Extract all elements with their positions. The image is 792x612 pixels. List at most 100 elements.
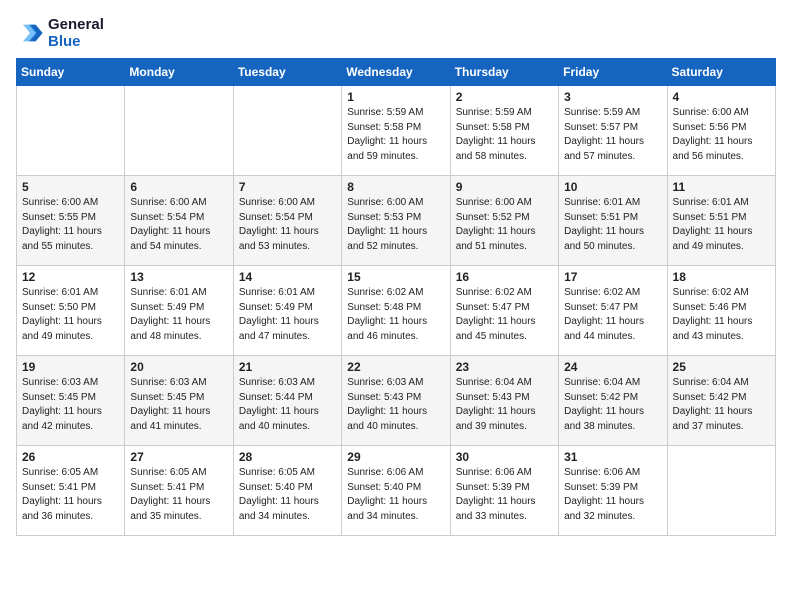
day-number: 22 [347,360,444,374]
day-info: Sunrise: 6:01 AMSunset: 5:50 PMDaylight:… [22,286,119,344]
day-number: 26 [22,450,119,464]
day-number: 24 [564,360,661,374]
day-info: Sunrise: 6:02 AMSunset: 5:46 PMDaylight:… [673,286,770,344]
day-info: Sunrise: 6:00 AMSunset: 5:55 PMDaylight:… [22,196,119,254]
calendar-cell [667,446,775,536]
calendar-cell: 19 Sunrise: 6:03 AMSunset: 5:45 PMDayligh… [17,356,125,446]
day-number: 9 [456,180,553,194]
day-number: 3 [564,90,661,104]
day-number: 28 [239,450,336,464]
day-info: Sunrise: 6:05 AMSunset: 5:40 PMDaylight:… [239,466,336,524]
calendar-cell: 16Sunrise: 6:02 AMSunset: 5:47 PMDayligh… [450,266,558,356]
calendar-cell: 28 Sunrise: 6:05 AMSunset: 5:40 PMDayligh… [233,446,341,536]
calendar-cell: 31 Sunrise: 6:06 AMSunset: 5:39 PMDayligh… [559,446,667,536]
day-number: 20 [130,360,227,374]
day-number: 27 [130,450,227,464]
day-info: Sunrise: 6:00 AMSunset: 5:54 PMDaylight:… [130,196,227,254]
day-info: Sunrise: 6:01 AMSunset: 5:49 PMDaylight:… [130,286,227,344]
day-number: 6 [130,180,227,194]
page-container: General Blue SundayMondayTuesdayWednesda… [16,16,776,536]
day-info: Sunrise: 6:02 AMSunset: 5:48 PMDaylight:… [347,286,444,344]
header-cell-wednesday: Wednesday [342,59,450,86]
day-number: 23 [456,360,553,374]
day-info: Sunrise: 6:05 AMSunset: 5:41 PMDaylight:… [130,466,227,524]
day-number: 7 [239,180,336,194]
day-info: Sunrise: 6:06 AMSunset: 5:40 PMDaylight:… [347,466,444,524]
header-cell-sunday: Sunday [17,59,125,86]
calendar-cell [17,86,125,176]
day-number: 14 [239,270,336,284]
calendar-cell: 26 Sunrise: 6:05 AMSunset: 5:41 PMDayligh… [17,446,125,536]
day-number: 31 [564,450,661,464]
calendar-cell: 24Sunrise: 6:04 AMSunset: 5:42 PMDayligh… [559,356,667,446]
day-info: Sunrise: 6:03 AMSunset: 5:45 PMDaylight:… [22,376,119,434]
calendar-cell: 15 Sunrise: 6:02 AMSunset: 5:48 PMDayligh… [342,266,450,356]
calendar-cell: 8Sunrise: 6:00 AMSunset: 5:53 PMDaylight… [342,176,450,266]
calendar-cell: 10 Sunrise: 6:01 AMSunset: 5:51 PMDayligh… [559,176,667,266]
calendar-table: SundayMondayTuesdayWednesdayThursdayFrid… [16,58,776,536]
calendar-cell: 6 Sunrise: 6:00 AMSunset: 5:54 PMDaylight… [125,176,233,266]
calendar-cell: 12 Sunrise: 6:01 AMSunset: 5:50 PMDayligh… [17,266,125,356]
day-info: Sunrise: 6:06 AMSunset: 5:39 PMDaylight:… [564,466,661,524]
day-info: Sunrise: 6:00 AMSunset: 5:53 PMDaylight:… [347,196,444,254]
header-row: SundayMondayTuesdayWednesdayThursdayFrid… [17,59,776,86]
calendar-cell: 3 Sunrise: 5:59 AMSunset: 5:57 PMDaylight… [559,86,667,176]
day-info: Sunrise: 6:06 AMSunset: 5:39 PMDaylight:… [456,466,553,524]
calendar-cell: 7 Sunrise: 6:00 AMSunset: 5:54 PMDaylight… [233,176,341,266]
day-number: 18 [673,270,770,284]
calendar-cell: 2 Sunrise: 5:59 AMSunset: 5:58 PMDaylight… [450,86,558,176]
day-info: Sunrise: 6:01 AMSunset: 5:49 PMDaylight:… [239,286,336,344]
calendar-cell: 5 Sunrise: 6:00 AMSunset: 5:55 PMDaylight… [17,176,125,266]
calendar-cell: 1Sunrise: 5:59 AMSunset: 5:58 PMDaylight… [342,86,450,176]
header-cell-tuesday: Tuesday [233,59,341,86]
calendar-cell: 25 Sunrise: 6:04 AMSunset: 5:42 PMDayligh… [667,356,775,446]
calendar-cell: 9Sunrise: 6:00 AMSunset: 5:52 PMDaylight… [450,176,558,266]
week-row-3: 12 Sunrise: 6:01 AMSunset: 5:50 PMDayligh… [17,266,776,356]
week-row-5: 26 Sunrise: 6:05 AMSunset: 5:41 PMDayligh… [17,446,776,536]
day-info: Sunrise: 5:59 AMSunset: 5:58 PMDaylight:… [456,106,553,164]
day-number: 19 [22,360,119,374]
day-info: Sunrise: 6:00 AMSunset: 5:54 PMDaylight:… [239,196,336,254]
header-cell-friday: Friday [559,59,667,86]
calendar-cell: 14 Sunrise: 6:01 AMSunset: 5:49 PMDayligh… [233,266,341,356]
week-row-4: 19 Sunrise: 6:03 AMSunset: 5:45 PMDayligh… [17,356,776,446]
day-info: Sunrise: 6:01 AMSunset: 5:51 PMDaylight:… [564,196,661,254]
calendar-cell: 20 Sunrise: 6:03 AMSunset: 5:45 PMDayligh… [125,356,233,446]
week-row-1: 1Sunrise: 5:59 AMSunset: 5:58 PMDaylight… [17,86,776,176]
day-info: Sunrise: 6:05 AMSunset: 5:41 PMDaylight:… [22,466,119,524]
day-number: 13 [130,270,227,284]
week-row-2: 5 Sunrise: 6:00 AMSunset: 5:55 PMDaylight… [17,176,776,266]
day-number: 2 [456,90,553,104]
header-cell-monday: Monday [125,59,233,86]
day-number: 12 [22,270,119,284]
day-number: 15 [347,270,444,284]
day-number: 25 [673,360,770,374]
calendar-cell: 29 Sunrise: 6:06 AMSunset: 5:40 PMDayligh… [342,446,450,536]
day-info: Sunrise: 6:04 AMSunset: 5:42 PMDaylight:… [673,376,770,434]
calendar-cell: 18 Sunrise: 6:02 AMSunset: 5:46 PMDayligh… [667,266,775,356]
day-info: Sunrise: 6:02 AMSunset: 5:47 PMDaylight:… [564,286,661,344]
day-info: Sunrise: 5:59 AMSunset: 5:57 PMDaylight:… [564,106,661,164]
day-info: Sunrise: 6:04 AMSunset: 5:43 PMDaylight:… [456,376,553,434]
day-number: 11 [673,180,770,194]
day-info: Sunrise: 6:03 AMSunset: 5:45 PMDaylight:… [130,376,227,434]
calendar-cell: 30 Sunrise: 6:06 AMSunset: 5:39 PMDayligh… [450,446,558,536]
calendar-cell [233,86,341,176]
day-info: Sunrise: 6:00 AMSunset: 5:56 PMDaylight:… [673,106,770,164]
day-number: 4 [673,90,770,104]
calendar-cell: 21Sunrise: 6:03 AMSunset: 5:44 PMDayligh… [233,356,341,446]
day-number: 10 [564,180,661,194]
calendar-cell: 23 Sunrise: 6:04 AMSunset: 5:43 PMDayligh… [450,356,558,446]
calendar-cell [125,86,233,176]
day-number: 16 [456,270,553,284]
day-number: 5 [22,180,119,194]
day-number: 29 [347,450,444,464]
header-cell-saturday: Saturday [667,59,775,86]
day-info: Sunrise: 6:01 AMSunset: 5:51 PMDaylight:… [673,196,770,254]
calendar-cell: 17Sunrise: 6:02 AMSunset: 5:47 PMDayligh… [559,266,667,356]
day-number: 21 [239,360,336,374]
calendar-cell: 4 Sunrise: 6:00 AMSunset: 5:56 PMDaylight… [667,86,775,176]
day-number: 30 [456,450,553,464]
header-cell-thursday: Thursday [450,59,558,86]
calendar-cell: 22Sunrise: 6:03 AMSunset: 5:43 PMDayligh… [342,356,450,446]
